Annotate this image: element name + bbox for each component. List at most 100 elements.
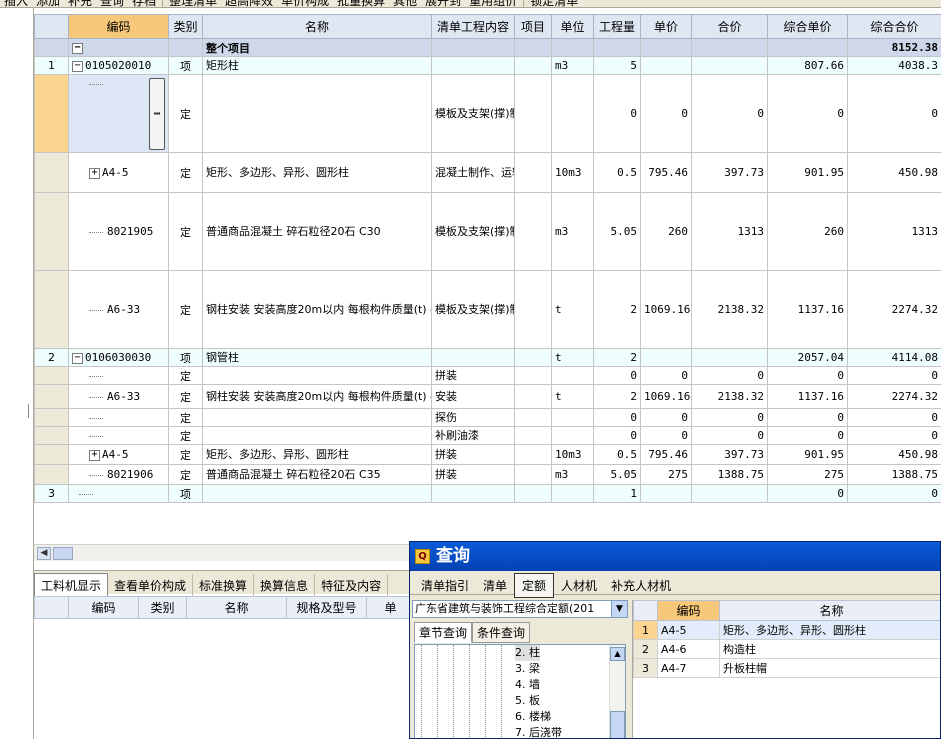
toolbar-button[interactable]: 整理清单 bbox=[165, 0, 221, 7]
column-header[interactable]: 清单工程内容 bbox=[431, 14, 515, 39]
column-header[interactable]: 类别 bbox=[168, 14, 203, 39]
name-cell[interactable]: 矩形、多边形、异形、圆形柱 bbox=[202, 152, 432, 193]
toolbar-button[interactable]: 超高降效 bbox=[221, 0, 277, 7]
tree-node[interactable]: 6. 楼梯 bbox=[515, 709, 551, 725]
content-cell[interactable]: 安装 bbox=[431, 384, 515, 409]
result-code[interactable]: A4-5 bbox=[657, 620, 720, 640]
code-cell[interactable]: A6-33 bbox=[68, 384, 169, 409]
column-header[interactable]: 单价 bbox=[640, 14, 692, 39]
toolbar-button[interactable]: 单价构成 bbox=[277, 0, 333, 7]
column-header[interactable]: 类别 bbox=[138, 596, 187, 619]
toolbar-button[interactable]: 其他 bbox=[389, 0, 421, 7]
norm-row[interactable]: A6-33 定钢柱安装 安装高度20m以内 每根构件质量(t) 4.0以内模板及支… bbox=[34, 270, 941, 349]
code-cell[interactable]: −0106030030 bbox=[68, 348, 169, 367]
result-row[interactable]: 2 A4-6 构造柱 bbox=[633, 639, 940, 659]
name-cell[interactable] bbox=[202, 408, 432, 427]
toolbar-button[interactable]: 添加 bbox=[32, 0, 64, 7]
query-tab[interactable]: 定额 bbox=[514, 573, 555, 598]
content-cell[interactable] bbox=[431, 56, 515, 75]
name-cell[interactable]: 钢管柱 bbox=[202, 348, 432, 367]
column-header[interactable]: 单位 bbox=[551, 14, 594, 39]
toolbar-button[interactable]: 重用组价 bbox=[465, 0, 521, 7]
content-cell[interactable]: 拼装 bbox=[431, 444, 515, 465]
code-cell[interactable]: + A4-5 bbox=[68, 444, 169, 465]
quantity-cell[interactable]: 2 bbox=[593, 270, 641, 349]
content-cell[interactable]: 模板及支架(撑)制作、安装、拆除、堆放、运输及清理模内杂物、刷隔离剂等 bbox=[431, 270, 515, 349]
toolbar-button[interactable]: 插入 bbox=[0, 0, 32, 7]
code-cell[interactable]: + A4-5 bbox=[68, 152, 169, 193]
scroll-thumb[interactable] bbox=[53, 547, 73, 560]
column-header[interactable]: 项目 bbox=[514, 14, 552, 39]
chevron-down-icon[interactable]: ▼ bbox=[611, 601, 627, 617]
splitter-handle[interactable] bbox=[28, 404, 32, 418]
content-cell[interactable] bbox=[431, 484, 515, 503]
result-name[interactable]: 升板柱帽 bbox=[719, 658, 940, 678]
result-row[interactable]: 1 A4-5 矩形、多边形、异形、圆形柱 bbox=[633, 620, 940, 640]
content-cell[interactable]: 补刷油漆 bbox=[431, 426, 515, 445]
quantity-cell[interactable]: 2 bbox=[593, 384, 641, 409]
norm-row[interactable]: ⋯定模板及支架(撑)制作、安装、拆除、堆放、运输及清理模内杂物、刷隔离剂等000… bbox=[34, 74, 941, 153]
toolbar-button[interactable]: 批量换算 bbox=[333, 0, 389, 7]
scroll-left-icon[interactable]: ◀ bbox=[37, 547, 51, 560]
lower-tab[interactable]: 查看单价构成 bbox=[108, 574, 194, 597]
norm-row[interactable]: 定拼装 0 0 0 0 0 bbox=[34, 366, 941, 385]
name-cell[interactable]: 钢柱安装 安装高度20m以内 每根构件质量(t) 4.0以内 bbox=[202, 270, 432, 349]
norm-row[interactable]: + A4-5 定矩形、多边形、异形、圆形柱 拼装 10m3 0.5 795.46 397.73… bbox=[34, 444, 941, 465]
quantity-cell[interactable]: 0 bbox=[593, 408, 641, 427]
name-cell[interactable]: 普通商品混凝土 碎石粒径20石 C35 bbox=[202, 464, 432, 485]
name-cell[interactable] bbox=[202, 366, 432, 385]
name-cell[interactable] bbox=[202, 484, 432, 503]
norm-row[interactable]: 定探伤 0 0 0 0 0 bbox=[34, 408, 941, 427]
unit-cell[interactable] bbox=[551, 366, 594, 385]
bill-item-row[interactable]: 2−0106030030 项钢管柱 t 2 2057.04 4114.08 bbox=[34, 348, 941, 367]
unit-cell[interactable]: m3 bbox=[551, 56, 594, 75]
tree-scrollbar[interactable]: ▲ bbox=[609, 645, 625, 738]
tree-node[interactable]: 4. 墙 bbox=[515, 677, 540, 693]
query-tab[interactable]: 人材机 bbox=[554, 574, 604, 597]
name-cell[interactable]: 钢柱安装 安装高度20m以内 每根构件质量(t) 4.0以内 bbox=[202, 384, 432, 409]
query-tab[interactable]: 补充人材机 bbox=[604, 574, 678, 597]
name-cell[interactable]: 矩形柱 bbox=[202, 56, 432, 75]
unit-cell[interactable]: t bbox=[551, 384, 594, 409]
name-cell[interactable] bbox=[202, 426, 432, 445]
bill-item-row[interactable]: 1−0105020010 项矩形柱 m3 5 807.66 4038.3 bbox=[34, 56, 941, 75]
code-cell[interactable] bbox=[68, 484, 169, 503]
column-header[interactable]: 综合合价 bbox=[847, 14, 941, 39]
column-header[interactable]: 编码 bbox=[657, 600, 720, 621]
unit-cell[interactable]: m3 bbox=[551, 192, 594, 271]
bill-item-row[interactable]: 3 项 1 00 bbox=[34, 484, 941, 503]
total-row[interactable]: − 整个项目 8152.38 bbox=[34, 38, 941, 57]
expand-icon[interactable]: + bbox=[89, 449, 100, 461]
result-row[interactable]: 3 A4-7 升板柱帽 bbox=[633, 658, 940, 678]
browse-button[interactable]: ⋯ bbox=[149, 77, 165, 150]
tree-node[interactable]: 5. 板 bbox=[515, 693, 540, 709]
lower-tab[interactable]: 换算信息 bbox=[254, 574, 316, 597]
collapse-icon[interactable]: − bbox=[72, 42, 83, 54]
code-cell[interactable] bbox=[68, 426, 169, 445]
code-cell[interactable]: 8021906 bbox=[68, 464, 169, 485]
unit-cell[interactable] bbox=[551, 408, 594, 427]
quantity-cell[interactable]: 0 bbox=[593, 366, 641, 385]
content-cell[interactable]: 混凝土制作、运输、浇筑、振捣、养护 bbox=[431, 152, 515, 193]
code-cell[interactable] bbox=[68, 366, 169, 385]
quantity-cell[interactable]: 5.05 bbox=[593, 192, 641, 271]
library-select[interactable]: 广东省建筑与装饰工程综合定额(201 ▼ bbox=[412, 600, 628, 618]
column-header[interactable]: 编码 bbox=[68, 14, 169, 39]
column-header[interactable]: 工程量 bbox=[593, 14, 641, 39]
quantity-cell[interactable]: 5.05 bbox=[593, 464, 641, 485]
column-header[interactable]: 规格及型号 bbox=[286, 596, 367, 619]
query-tab[interactable]: 清单指引 bbox=[414, 574, 476, 597]
result-name[interactable]: 构造柱 bbox=[719, 639, 940, 659]
horizontal-scrollbar[interactable]: ◀ bbox=[34, 544, 414, 561]
tree-scroll-thumb[interactable] bbox=[610, 711, 625, 738]
quantity-cell[interactable]: 1 bbox=[593, 484, 641, 503]
content-cell[interactable]: 模板及支架(撑)制作、安装、拆除、堆放、运输及清理模内杂物、刷隔离剂等 bbox=[431, 74, 515, 153]
tree-node[interactable]: 2. 柱 bbox=[515, 645, 540, 661]
toolbar-button[interactable]: 锁定清单 bbox=[526, 0, 582, 7]
collapse-icon[interactable]: − bbox=[72, 60, 83, 72]
name-cell[interactable]: 矩形、多边形、异形、圆形柱 bbox=[202, 444, 432, 465]
toolbar-button[interactable]: 存档 bbox=[128, 0, 160, 7]
result-code[interactable]: A4-7 bbox=[657, 658, 720, 678]
code-cell[interactable]: 8021905 bbox=[68, 192, 169, 271]
quantity-cell[interactable]: 0 bbox=[593, 426, 641, 445]
